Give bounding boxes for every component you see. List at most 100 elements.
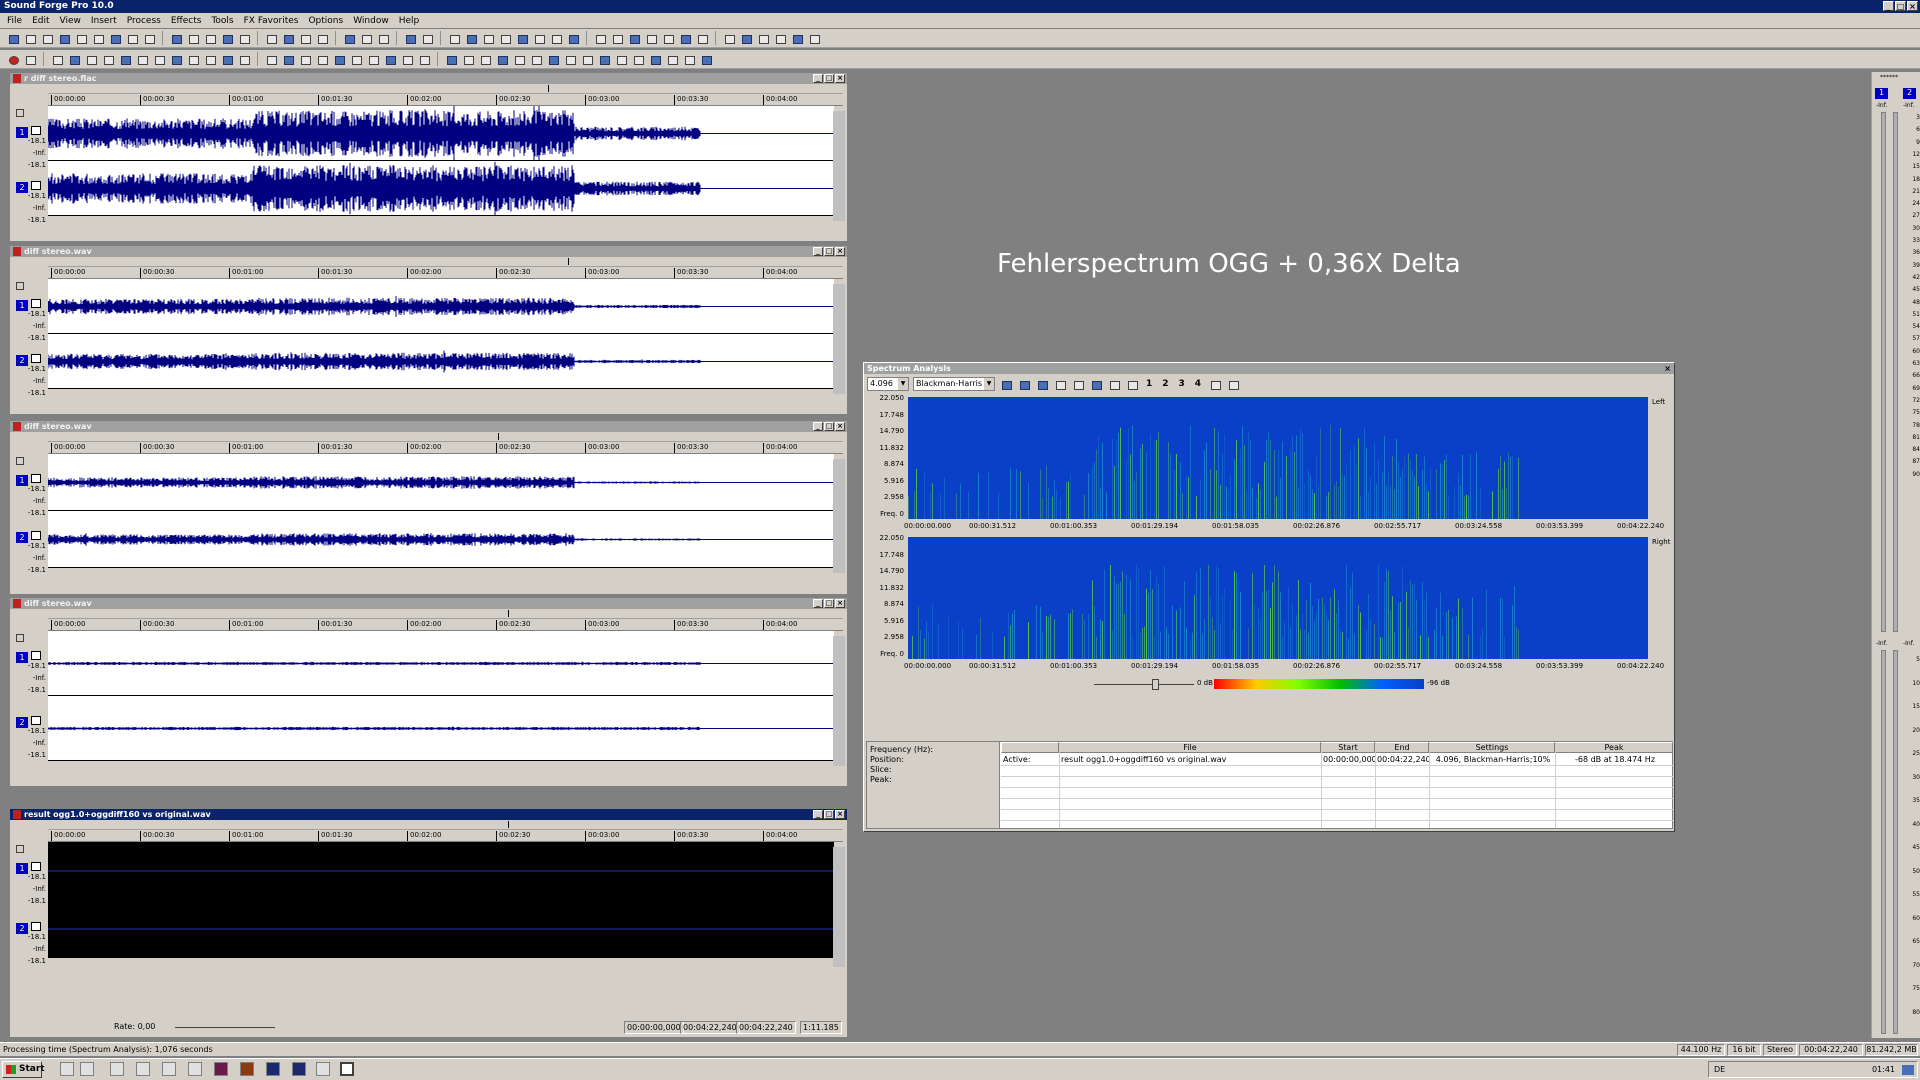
transport-tool-icon[interactable]: [444, 53, 458, 66]
toolbar-tool-icon[interactable]: [298, 32, 312, 45]
toolbar-tool-icon[interactable]: [220, 32, 234, 45]
toolbar-tool-icon[interactable]: [627, 32, 641, 45]
transport-tool-icon[interactable]: [169, 53, 183, 66]
toolbar-tool-icon[interactable]: [566, 32, 580, 45]
overview-bar[interactable]: [48, 609, 843, 619]
transport-tool-icon[interactable]: [135, 53, 149, 66]
data-window-title-bar[interactable]: diff stereo.wav _ □ ×: [10, 598, 847, 609]
sonogram-right[interactable]: [908, 537, 1648, 659]
transport-tool-icon[interactable]: [101, 53, 115, 66]
taskbar-app-icon[interactable]: [162, 1062, 176, 1076]
menu-process[interactable]: Process: [122, 16, 166, 26]
slider-knob[interactable]: [1152, 679, 1159, 690]
language-indicator[interactable]: DE: [1714, 1062, 1725, 1077]
maximize-icon[interactable]: □: [824, 810, 834, 819]
transport-tool-icon[interactable]: [237, 53, 251, 66]
toolbar-tool-icon[interactable]: [186, 32, 200, 45]
print-icon[interactable]: [1226, 378, 1240, 391]
toolbar-tool-icon[interactable]: [447, 32, 461, 45]
time-ruler[interactable]: 00:00:00 00:00:30 00:01:00 00:01:30 00:02:00…: [48, 619, 843, 631]
toolbar-tool-icon[interactable]: [773, 32, 787, 45]
fft-size-select[interactable]: 4.096: [867, 377, 909, 391]
menu-fx-favorites[interactable]: FX Favorites: [239, 16, 304, 26]
display-icon[interactable]: [1071, 378, 1085, 391]
taskbar-app-icon[interactable]: [292, 1062, 306, 1076]
minimize-icon[interactable]: _: [813, 422, 823, 431]
status-bits[interactable]: 16 bit: [1727, 1044, 1761, 1056]
page-2-button[interactable]: 2: [1159, 379, 1171, 389]
toolbar-tool-icon[interactable]: [203, 32, 217, 45]
maximize-icon[interactable]: □: [824, 247, 834, 256]
transport-tool-icon[interactable]: [203, 53, 217, 66]
toolbar-tool-icon[interactable]: [40, 32, 54, 45]
minimize-icon[interactable]: _: [813, 247, 823, 256]
grid-header-settings[interactable]: Settings: [1429, 742, 1555, 753]
waveform-track-ch2[interactable]: [48, 334, 834, 389]
toolbar-tool-icon[interactable]: [142, 32, 156, 45]
menu-file[interactable]: File: [2, 16, 27, 26]
waveform-track-ch2[interactable]: [48, 900, 834, 958]
data-window-title-bar[interactable]: diff stereo.wav _ □ ×: [10, 246, 847, 257]
taskbar-app-icon[interactable]: [316, 1062, 330, 1076]
sound-forge-taskbar-button[interactable]: [340, 1062, 354, 1076]
refresh-icon[interactable]: [999, 378, 1013, 391]
transport-tool-icon[interactable]: [67, 53, 81, 66]
transport-tool-icon[interactable]: [461, 53, 475, 66]
taskbar-app-icon[interactable]: [60, 1062, 74, 1076]
transport-tool-icon[interactable]: [597, 53, 611, 66]
toolbar-tool-icon[interactable]: [756, 32, 770, 45]
close-icon[interactable]: ×: [835, 247, 845, 256]
toolbar-tool-icon[interactable]: [807, 32, 821, 45]
toolbar-tool-icon[interactable]: [532, 32, 546, 45]
close-icon[interactable]: ×: [1664, 363, 1671, 374]
maximize-icon[interactable]: □: [824, 599, 834, 608]
transport-tool-icon[interactable]: [631, 53, 645, 66]
toolbar-tool-icon[interactable]: [125, 32, 139, 45]
toolbar-tool-icon[interactable]: [403, 32, 417, 45]
maximize-icon[interactable]: □: [824, 74, 834, 83]
grid-header-file[interactable]: File: [1059, 742, 1321, 753]
lock-icon[interactable]: [1053, 378, 1067, 391]
waveform-track-ch1[interactable]: [48, 631, 834, 696]
settings-icon[interactable]: [1125, 378, 1139, 391]
time-ruler[interactable]: 00:00:00 00:00:30 00:01:00 00:01:30 00:02:00…: [48, 442, 843, 454]
transport-tool-icon[interactable]: [281, 53, 295, 66]
color-icon[interactable]: [1089, 378, 1103, 391]
transport-tool-icon[interactable]: [495, 53, 509, 66]
waveform-track-ch1[interactable]: [48, 279, 834, 334]
overview-bar[interactable]: [48, 257, 843, 267]
data-window[interactable]: diff stereo.wav _ □ × 00:00:00 00:00:30 00:01:…: [9, 597, 848, 787]
toolbar-tool-icon[interactable]: [91, 32, 105, 45]
time-ruler[interactable]: 00:00:00 00:00:30 00:01:00 00:01:30 00:02:00…: [48, 830, 843, 842]
toolbar-tool-icon[interactable]: [610, 32, 624, 45]
toolbar-tool-icon[interactable]: [481, 32, 495, 45]
transport-tool-icon[interactable]: [400, 53, 414, 66]
transport-tool-icon[interactable]: [665, 53, 679, 66]
vertical-scrollbar[interactable]: [833, 284, 845, 394]
toolbar-tool-icon[interactable]: [74, 32, 88, 45]
grid-header-end[interactable]: End: [1375, 742, 1429, 753]
maximize-button[interactable]: □: [1895, 1, 1906, 11]
transport-tool-icon[interactable]: [366, 53, 380, 66]
data-window-title-bar[interactable]: diff stereo.wav _ □ ×: [10, 421, 847, 432]
toolbar-tool-icon[interactable]: [515, 32, 529, 45]
close-icon[interactable]: ×: [835, 599, 845, 608]
sonogram-left[interactable]: [908, 397, 1648, 519]
transport-tool-icon[interactable]: [699, 53, 713, 66]
toolbar-tool-icon[interactable]: [342, 32, 356, 45]
page-1-button[interactable]: 1: [1143, 379, 1155, 389]
transport-tool-icon[interactable]: [614, 53, 628, 66]
overview-bar[interactable]: [48, 84, 843, 94]
transport-tool-icon[interactable]: [264, 53, 278, 66]
transport-tool-icon[interactable]: [298, 53, 312, 66]
transport-tool-icon[interactable]: [417, 53, 431, 66]
toolbar-tool-icon[interactable]: [264, 32, 278, 45]
toolbar-tool-icon[interactable]: [315, 32, 329, 45]
toolbar-tool-icon[interactable]: [169, 32, 183, 45]
menu-tools[interactable]: Tools: [206, 16, 238, 26]
toolbar-tool-icon[interactable]: [237, 32, 251, 45]
transport-tool-icon[interactable]: [512, 53, 526, 66]
minimize-icon[interactable]: _: [813, 810, 823, 819]
page-3-button[interactable]: 3: [1176, 379, 1188, 389]
clear-icon[interactable]: [1107, 378, 1121, 391]
